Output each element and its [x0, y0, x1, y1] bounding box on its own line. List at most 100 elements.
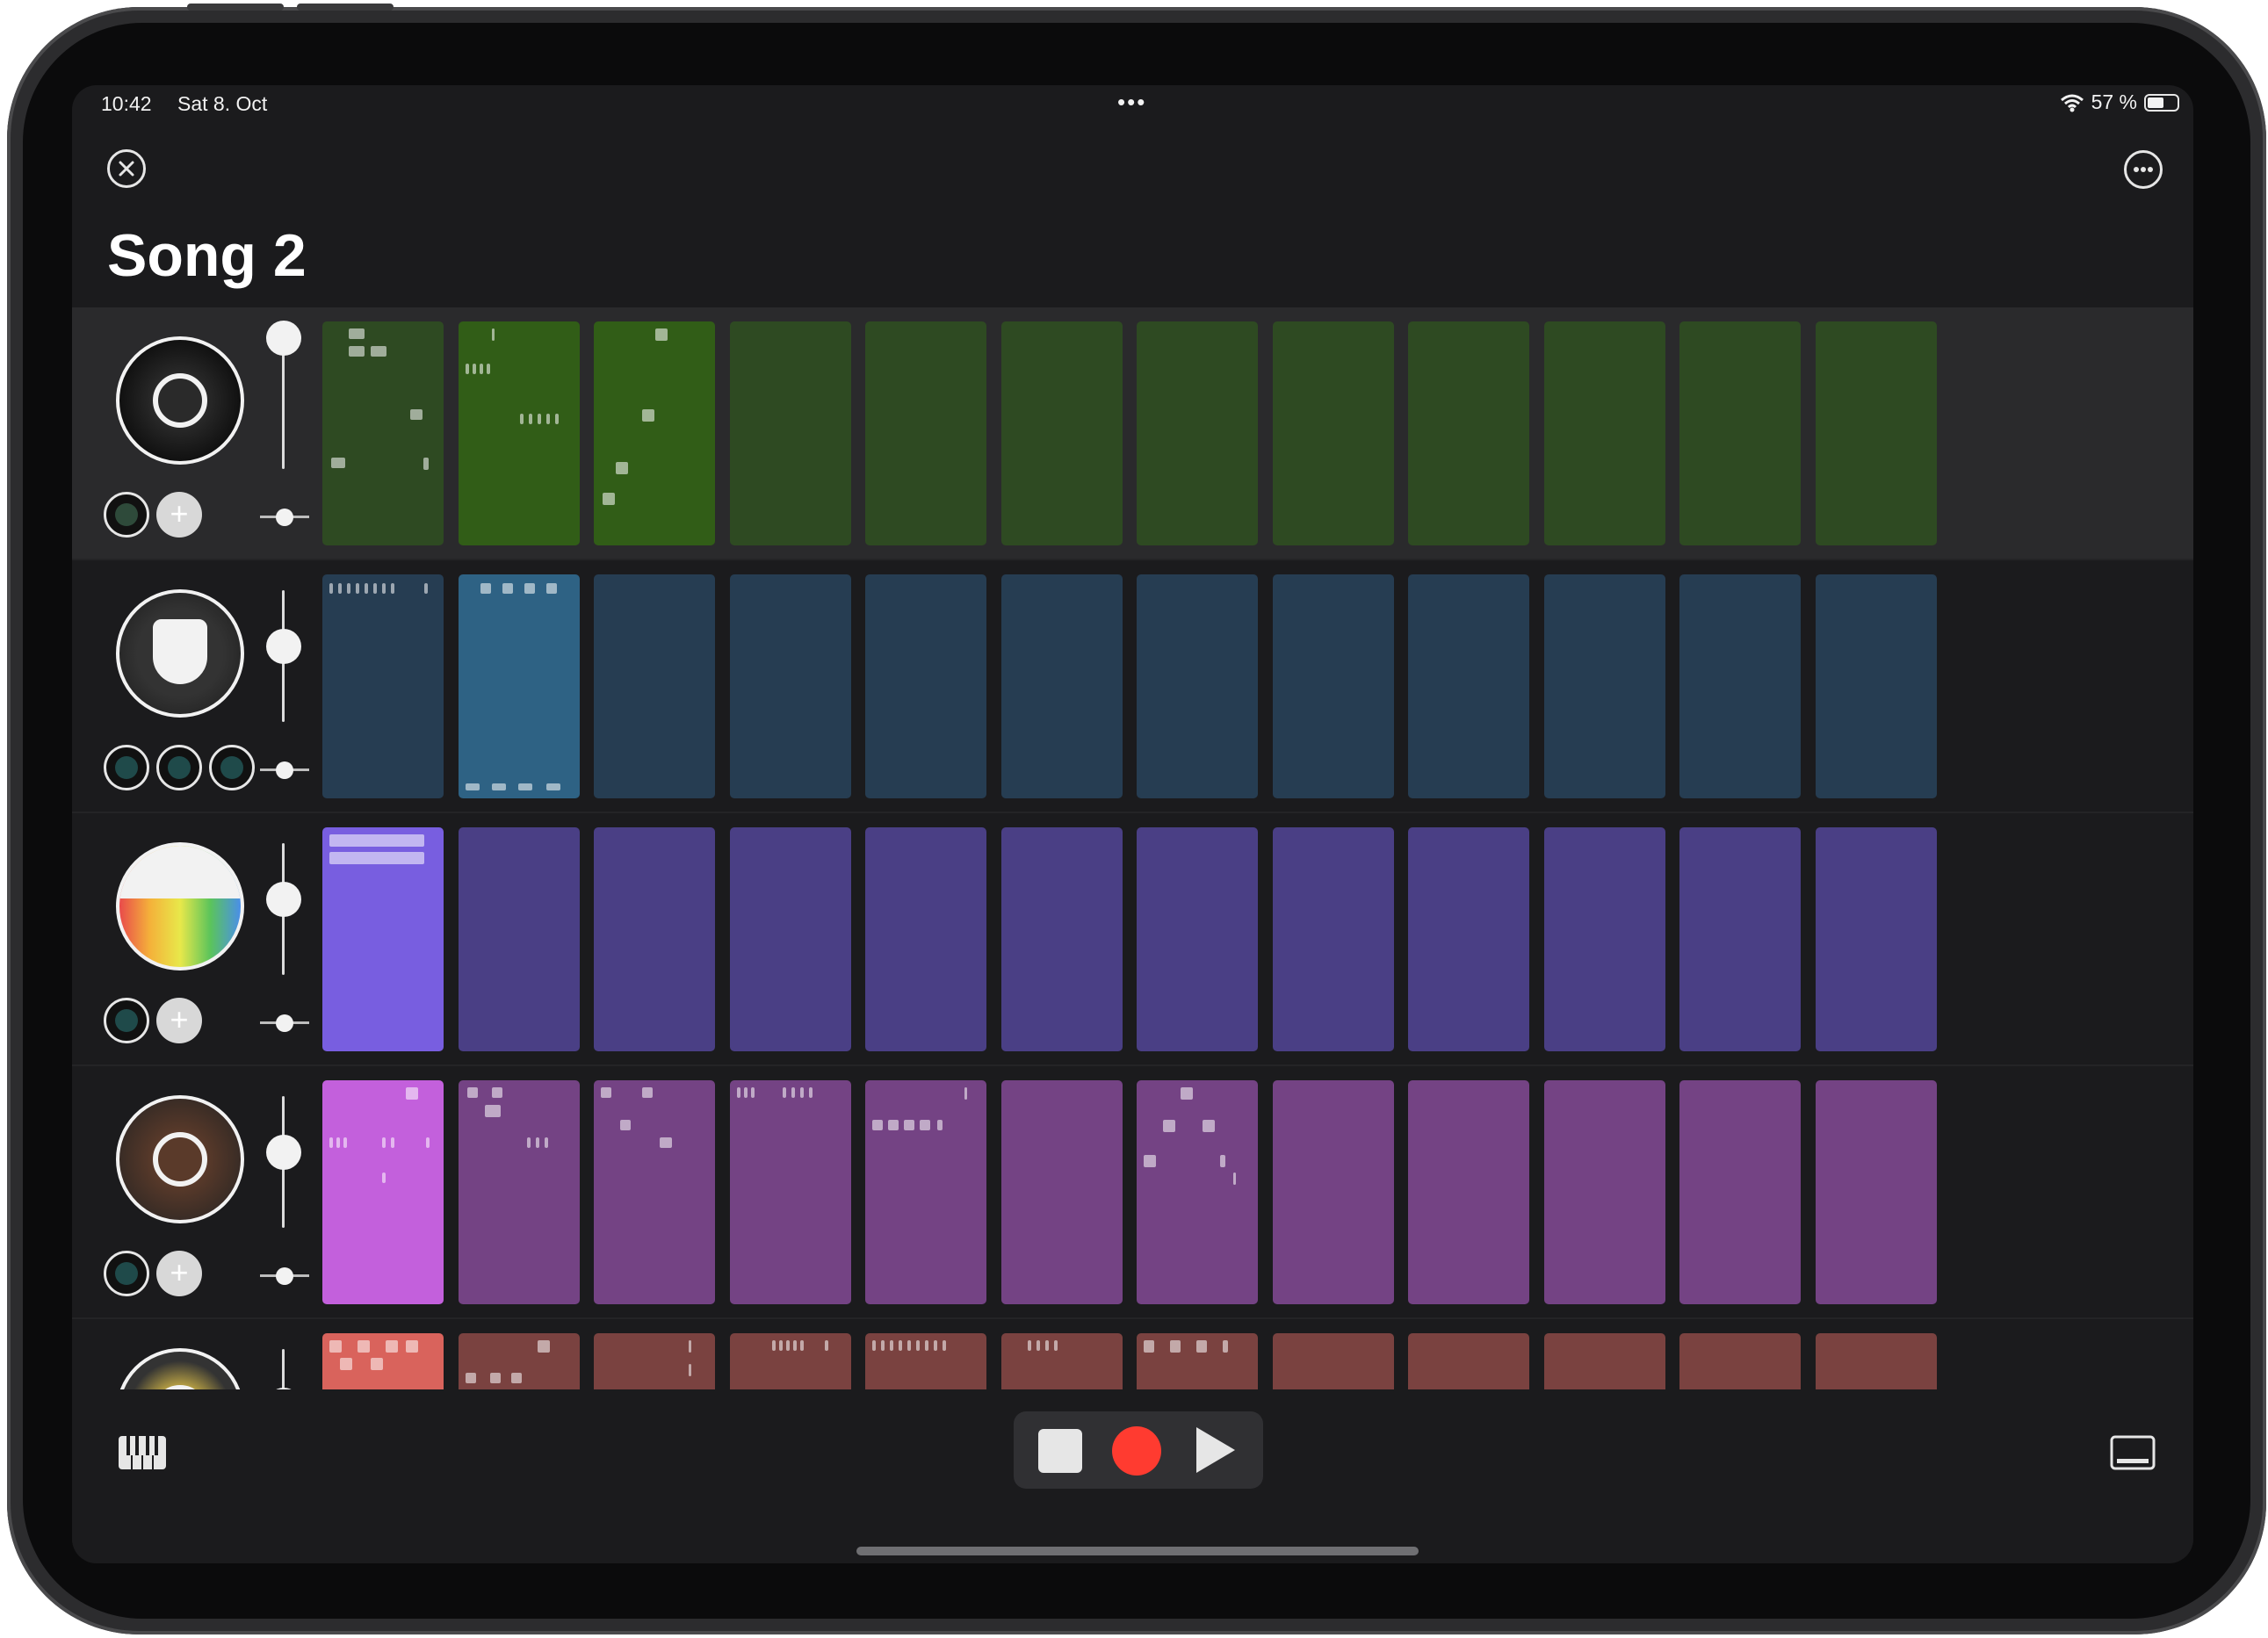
pan-slider-knob[interactable] — [276, 761, 293, 779]
knob-plugin-icon[interactable] — [104, 745, 149, 790]
clip-slot[interactable] — [1815, 1080, 1937, 1304]
clip-slot[interactable] — [1000, 827, 1123, 1051]
clip-slot[interactable] — [458, 827, 580, 1051]
stop-button[interactable] — [1038, 1429, 1082, 1473]
midi-note — [489, 1373, 501, 1383]
transport-controls — [1014, 1411, 1263, 1489]
clip-slot[interactable] — [1679, 827, 1801, 1051]
midi-note — [964, 1087, 967, 1100]
clip-slot[interactable] — [594, 574, 715, 798]
midi-note — [934, 1340, 937, 1351]
clip-slot[interactable] — [1543, 321, 1665, 545]
clip-slot[interactable] — [1408, 1080, 1529, 1304]
volume-fader-track[interactable] — [282, 337, 285, 469]
clip-slot[interactable] — [594, 321, 715, 545]
clip-slot[interactable] — [458, 321, 580, 545]
midi-note — [524, 583, 535, 594]
clip-slot[interactable] — [729, 574, 851, 798]
clip-slot[interactable] — [458, 1080, 580, 1304]
clip-slot[interactable] — [1272, 321, 1394, 545]
clip-slot[interactable] — [1000, 1080, 1123, 1304]
clip-slot[interactable] — [1000, 574, 1123, 798]
shield-plugin-icon[interactable] — [116, 589, 244, 718]
add-plugin-button[interactable]: + — [156, 492, 202, 538]
clip-slot[interactable] — [1137, 1080, 1258, 1304]
wifi-icon — [2060, 94, 2084, 112]
clip-slot[interactable] — [865, 321, 986, 545]
clip-slot[interactable] — [322, 1080, 444, 1304]
clip-slot[interactable] — [729, 1080, 851, 1304]
midi-note — [465, 1373, 476, 1383]
volume-fader-knob[interactable] — [266, 882, 301, 917]
clip-slot[interactable] — [594, 827, 715, 1051]
clip-slot[interactable] — [322, 574, 444, 798]
vhs-plugin-icon[interactable] — [116, 842, 244, 971]
midi-note — [329, 834, 424, 847]
midi-note — [336, 1137, 340, 1148]
clip-slot[interactable] — [594, 1080, 715, 1304]
play-button[interactable] — [1196, 1427, 1235, 1473]
pan-slider-knob[interactable] — [276, 1267, 293, 1285]
knob-plugin-icon[interactable] — [156, 745, 202, 790]
midi-note — [391, 583, 394, 594]
clip-slot[interactable] — [1815, 827, 1937, 1051]
clip-slot[interactable] — [865, 574, 986, 798]
midi-note — [791, 1087, 795, 1098]
clip-slot[interactable] — [1272, 827, 1394, 1051]
add-plugin-button[interactable]: + — [156, 998, 202, 1043]
clip-slot[interactable] — [1408, 827, 1529, 1051]
pan-slider-knob[interactable] — [276, 1014, 293, 1032]
pan-slider-knob[interactable] — [276, 509, 293, 526]
midi-note — [537, 414, 541, 424]
ear-plugin-icon[interactable] — [209, 745, 255, 790]
piano-plugin-icon[interactable] — [116, 1095, 244, 1223]
clip-slot[interactable] — [1137, 574, 1258, 798]
volume-fader-knob[interactable] — [266, 1135, 301, 1170]
volume-fader-knob[interactable] — [266, 629, 301, 664]
clip-slot[interactable] — [1272, 574, 1394, 798]
clip-slot[interactable] — [322, 321, 444, 545]
clip-slot[interactable] — [1137, 827, 1258, 1051]
midi-note — [491, 1087, 502, 1098]
knob-plugin-icon[interactable] — [104, 1251, 149, 1296]
close-button[interactable] — [107, 149, 146, 188]
clip-slot[interactable] — [1408, 574, 1529, 798]
drum-dial-plugin-icon[interactable] — [116, 336, 244, 465]
clip-slot[interactable] — [1679, 1080, 1801, 1304]
knob-plugin-icon[interactable] — [104, 998, 149, 1043]
clip-slot[interactable] — [729, 321, 851, 545]
clip-slot[interactable] — [865, 1080, 986, 1304]
clip-slot[interactable] — [1408, 321, 1529, 545]
more-button[interactable] — [2124, 150, 2163, 189]
clip-slot[interactable] — [1815, 574, 1937, 798]
clip-slot[interactable] — [865, 827, 986, 1051]
plugin-knob — [168, 756, 191, 779]
clip-slot[interactable] — [1543, 1080, 1665, 1304]
clip-slot[interactable] — [1543, 574, 1665, 798]
midi-note — [510, 1373, 522, 1383]
clip-slot[interactable] — [1000, 321, 1123, 545]
clip-slot[interactable] — [1679, 321, 1801, 545]
status-bar: 10:42 Sat 8. Oct ••• 57 % — [72, 85, 2193, 125]
midi-note — [620, 1120, 631, 1130]
add-plugin-button[interactable]: + — [156, 1251, 202, 1296]
record-button[interactable] — [1112, 1426, 1161, 1476]
filter-plugin-icon[interactable] — [104, 492, 149, 538]
clip-slot[interactable] — [1679, 574, 1801, 798]
panel-toggle-button[interactable] — [2110, 1435, 2156, 1470]
clip-slot[interactable] — [1137, 321, 1258, 545]
home-indicator[interactable] — [856, 1547, 1419, 1555]
midi-note — [782, 1087, 786, 1098]
clip-slot[interactable] — [1543, 827, 1665, 1051]
midi-note — [535, 1137, 539, 1148]
clip-slot[interactable] — [729, 827, 851, 1051]
clip-slot[interactable] — [1272, 1080, 1394, 1304]
clip-slot[interactable] — [322, 827, 444, 1051]
midi-note — [642, 1087, 653, 1098]
volume-fader-knob[interactable] — [266, 321, 301, 356]
midi-note — [517, 783, 532, 790]
clip-slot[interactable] — [458, 574, 580, 798]
keyboard-button[interactable] — [118, 1435, 167, 1470]
clip-slot[interactable] — [1815, 321, 1937, 545]
multitasking-dots[interactable]: ••• — [1117, 89, 1146, 116]
